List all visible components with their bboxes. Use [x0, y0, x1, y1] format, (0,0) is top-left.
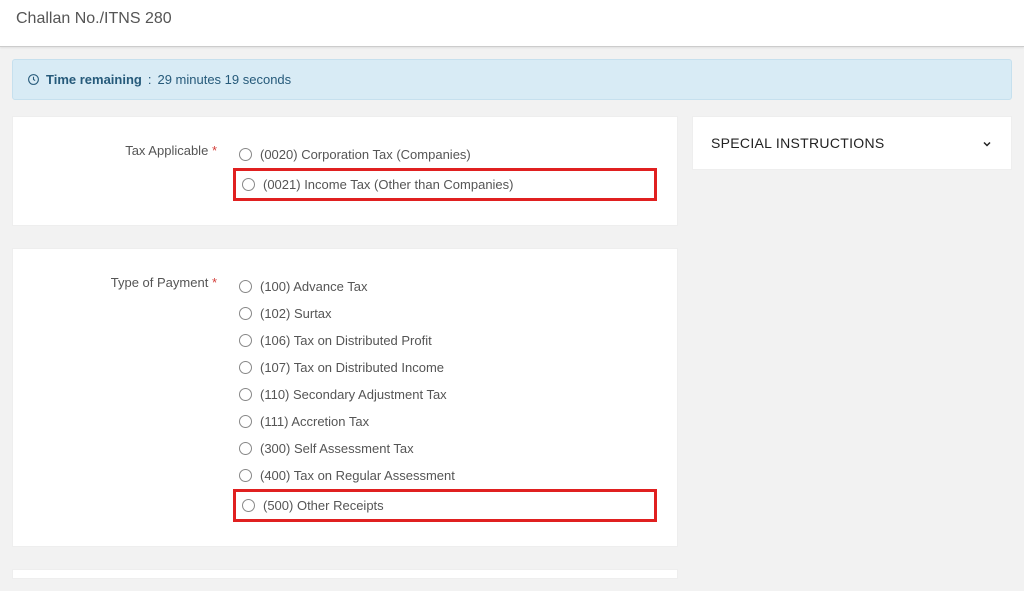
time-remaining-bar: Time remaining: 29 minutes 19 seconds	[12, 59, 1012, 100]
radio-option[interactable]: (400) Tax on Regular Assessment	[233, 462, 657, 489]
radio-icon	[239, 307, 252, 320]
option-label: (102) Surtax	[260, 306, 332, 321]
special-instructions-accordion[interactable]: SPECIAL INSTRUCTIONS	[692, 116, 1012, 170]
radio-option[interactable]: (300) Self Assessment Tax	[233, 435, 657, 462]
radio-option[interactable]: (106) Tax on Distributed Profit	[233, 327, 657, 354]
radio-option[interactable]: (111) Accretion Tax	[233, 408, 657, 435]
radio-icon	[239, 442, 252, 455]
next-panel-top	[12, 569, 678, 579]
radio-option[interactable]: (100) Advance Tax	[233, 273, 657, 300]
radio-option[interactable]: (0021) Income Tax (Other than Companies)	[233, 168, 657, 201]
radio-option[interactable]: (0020) Corporation Tax (Companies)	[233, 141, 657, 168]
accordion-title: SPECIAL INSTRUCTIONS	[711, 135, 885, 151]
radio-icon	[239, 334, 252, 347]
required-asterisk: *	[212, 143, 217, 158]
option-label: (0021) Income Tax (Other than Companies)	[263, 177, 514, 192]
tax-applicable-options: (0020) Corporation Tax (Companies) (0021…	[233, 141, 657, 201]
radio-icon	[239, 148, 252, 161]
type-of-payment-panel: Type of Payment * (100) Advance Tax (102…	[12, 248, 678, 547]
radio-icon	[239, 388, 252, 401]
option-label: (400) Tax on Regular Assessment	[260, 468, 455, 483]
timer-label: Time remaining	[46, 72, 142, 87]
option-label: (107) Tax on Distributed Income	[260, 360, 444, 375]
radio-icon	[239, 415, 252, 428]
chevron-down-icon	[981, 137, 993, 149]
option-label: (110) Secondary Adjustment Tax	[260, 387, 447, 402]
page-header: Challan No./ITNS 280	[0, 0, 1024, 47]
radio-option[interactable]: (500) Other Receipts	[233, 489, 657, 522]
required-asterisk: *	[212, 275, 217, 290]
option-label: (100) Advance Tax	[260, 279, 367, 294]
option-label: (0020) Corporation Tax (Companies)	[260, 147, 471, 162]
radio-option[interactable]: (110) Secondary Adjustment Tax	[233, 381, 657, 408]
option-label: (300) Self Assessment Tax	[260, 441, 414, 456]
type-of-payment-options: (100) Advance Tax (102) Surtax (106) Tax…	[233, 273, 657, 522]
radio-icon	[239, 469, 252, 482]
radio-icon	[242, 499, 255, 512]
timer-value: 29 minutes 19 seconds	[157, 72, 291, 87]
radio-option[interactable]: (102) Surtax	[233, 300, 657, 327]
radio-icon	[239, 361, 252, 374]
radio-icon	[239, 280, 252, 293]
tax-applicable-panel: Tax Applicable * (0020) Corporation Tax …	[12, 116, 678, 226]
type-of-payment-label: Type of Payment *	[33, 273, 233, 290]
option-label: (111) Accretion Tax	[260, 414, 369, 429]
page-title: Challan No./ITNS 280	[16, 10, 1008, 28]
option-label: (106) Tax on Distributed Profit	[260, 333, 432, 348]
clock-icon	[27, 73, 40, 86]
tax-applicable-label: Tax Applicable *	[33, 141, 233, 158]
radio-option[interactable]: (107) Tax on Distributed Income	[233, 354, 657, 381]
radio-icon	[242, 178, 255, 191]
option-label: (500) Other Receipts	[263, 498, 384, 513]
